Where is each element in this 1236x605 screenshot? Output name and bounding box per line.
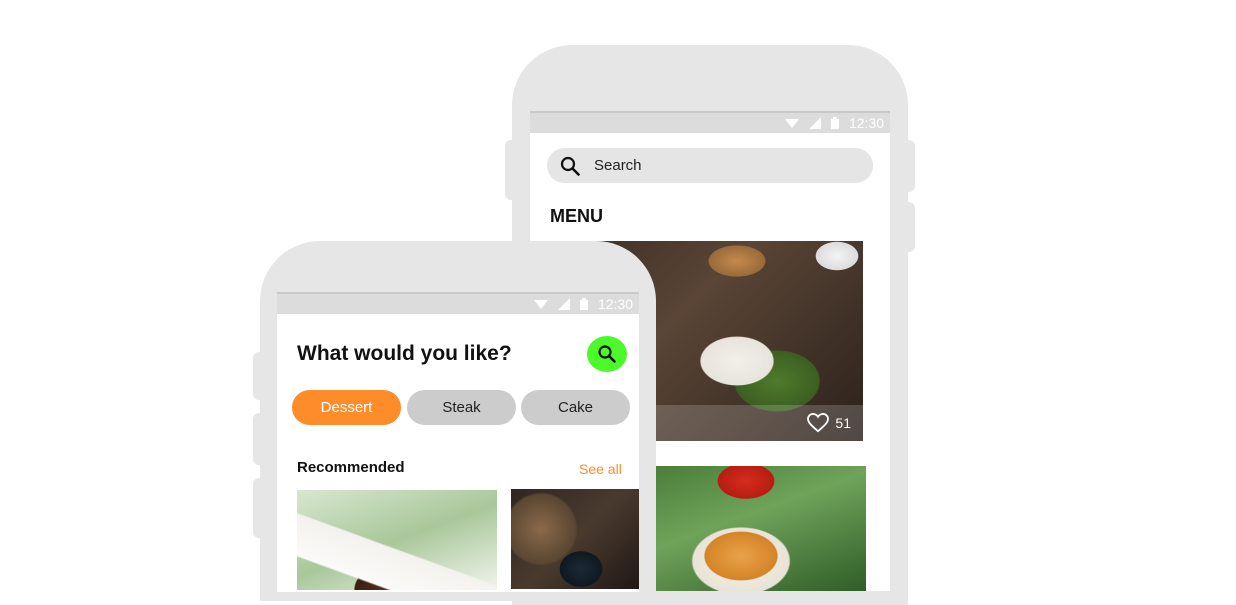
back-phone-side-button <box>901 202 915 252</box>
status-time: 12:30 <box>848 115 884 131</box>
heart-icon[interactable] <box>807 413 830 433</box>
signal-icon <box>557 298 570 310</box>
back-phone-side-button <box>901 140 915 192</box>
front-phone-side-button <box>253 413 267 465</box>
back-phone-side-button <box>505 140 519 200</box>
category-chip-dessert[interactable]: Dessert <box>292 390 401 425</box>
status-bar: 12:30 <box>277 292 639 314</box>
front-phone-side-button <box>253 352 267 400</box>
menu-title: MENU <box>550 206 603 226</box>
category-chip-cake[interactable]: Cake <box>521 390 630 425</box>
like-count: 51 <box>835 415 851 431</box>
wifi-icon <box>533 300 548 309</box>
recommended-item-photo[interactable] <box>511 489 639 589</box>
category-chip-steak[interactable]: Steak <box>407 390 516 425</box>
search-icon <box>560 156 580 176</box>
status-time: 12:30 <box>597 296 633 312</box>
recommended-item-photo[interactable] <box>297 490 497 590</box>
battery-icon <box>579 298 588 310</box>
see-all-link[interactable]: See all <box>579 461 622 477</box>
signal-icon <box>808 117 821 129</box>
search-button[interactable] <box>587 336 627 372</box>
recommended-heading: Recommended <box>297 459 405 476</box>
search-placeholder: Search <box>594 157 642 174</box>
search-icon <box>598 345 616 363</box>
battery-icon <box>830 117 839 129</box>
search-input[interactable]: Search <box>547 148 873 183</box>
front-phone-screen: 12:30 What would you like? Dessert Steak… <box>277 292 639 592</box>
status-bar: 12:30 <box>530 111 890 133</box>
wifi-icon <box>784 119 799 128</box>
page-title: What would you like? <box>297 342 512 365</box>
front-phone-side-button <box>253 478 267 538</box>
menu-item-photo[interactable] <box>656 466 866 591</box>
